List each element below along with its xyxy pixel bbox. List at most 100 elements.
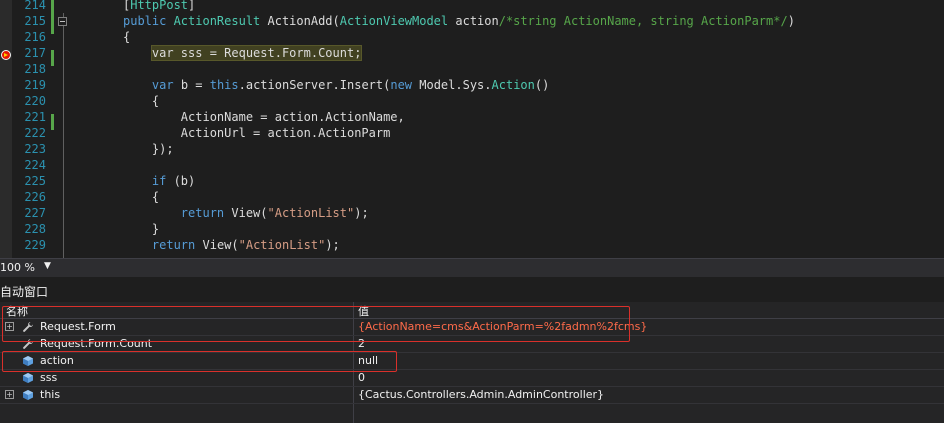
code-text[interactable]: public ActionResult ActionAdd(ActionView… [123,13,795,29]
line-number: 223 [24,142,46,156]
line-number: 221 [24,110,46,124]
code-token: b = [173,78,210,92]
code-text[interactable]: return View("ActionList"); [123,237,340,253]
code-editor[interactable]: 214 [HttpPost] 215 public ActionResult Acti… [0,0,944,258]
code-token: var [151,78,174,92]
code-token: HttpPost [130,0,189,12]
variable-value[interactable]: {Cactus.Controllers.Admin.AdminControlle… [358,388,604,401]
autos-row[interactable]: + this {Cactus.Controllers.Admin.AdminCont… [0,387,944,404]
code-token: ActionViewModel [339,14,449,28]
code-token: }); [123,142,174,156]
code-line[interactable]: 216 { [0,29,944,45]
code-text[interactable]: { [123,29,130,45]
code-line[interactable]: 219 var b = this.actionServer.Insert(new… [0,77,944,93]
line-number: 217 [24,46,46,60]
code-text[interactable]: ActionName = action.ActionName, [123,109,405,125]
autos-grid[interactable]: 名称 值 + Request.Form {ActionName=cms&Action… [0,302,944,423]
code-text[interactable]: if (b) [123,173,195,189]
code-text[interactable]: { [123,189,159,205]
line-number: 226 [24,190,46,204]
line-number: 229 [24,238,46,252]
variable-name: sss [40,371,58,384]
code-line[interactable]: 226 { [0,189,944,205]
code-token: var sss = Request.Form.Count; [150,45,363,61]
code-token: ); [354,206,369,220]
local-variable-icon [22,389,34,401]
code-line[interactable]: 228 } [0,221,944,237]
code-token: ); [325,238,340,252]
expand-icon[interactable]: + [5,390,14,399]
code-line[interactable]: 217 var sss = Request.Form.Count; [0,45,944,61]
code-token: /*string ActionName, string ActionParm*/ [498,14,788,28]
code-token: .actionServer.Insert( [238,78,391,92]
code-line[interactable]: 214 [HttpPost] [0,0,944,13]
code-token: } [123,222,160,236]
line-number: 218 [24,62,46,76]
code-text[interactable]: var sss = Request.Form.Count; [123,45,363,61]
zoom-level[interactable]: 100 % [0,261,35,274]
code-text[interactable]: var b = this.actionServer.Insert(new Mod… [123,77,549,93]
local-variable-icon [22,372,34,384]
code-line[interactable]: 229 return View("ActionList"); [0,237,944,253]
line-number: 225 [24,174,46,188]
code-token: return [180,206,225,220]
line-number: 222 [24,126,46,140]
code-token: if [151,174,167,188]
code-token: ActionResult [173,14,261,28]
code-token: View( [224,206,268,220]
code-line[interactable]: 227 return View("ActionList"); [0,205,944,221]
code-line[interactable]: 220 { [0,93,944,109]
line-number: 228 [24,222,46,236]
line-number: 220 [24,94,46,108]
code-text[interactable]: [HttpPost] [123,0,195,13]
code-token: ActionAdd( [260,14,340,28]
line-number: 224 [24,158,46,172]
code-token: { [123,190,160,204]
line-number: 214 [24,0,46,12]
code-token: (b) [166,174,196,188]
code-token: action [448,14,499,28]
autos-row[interactable]: sss 0 [0,370,944,387]
code-text[interactable]: { [123,93,159,109]
code-token: { [123,94,160,108]
code-token: public [123,14,174,28]
code-token: "ActionList" [267,206,355,220]
editor-status-bar: 100 % ▼ [0,258,944,277]
annotation-box-action [2,351,397,372]
code-text[interactable]: return View("ActionList"); [123,205,369,221]
annotation-box-request-form [2,306,630,342]
code-line[interactable]: 218 [0,61,944,77]
line-number: 219 [24,78,46,92]
line-number: 215 [24,14,46,28]
autos-title-label: 自动窗口 [0,285,49,299]
code-line[interactable]: 215 public ActionResult ActionAdd(ActionV… [0,13,944,29]
code-token: { [123,30,131,44]
variable-name: this [40,388,61,401]
code-token: new [390,78,413,92]
code-text[interactable]: ActionUrl = action.ActionParm [123,125,391,141]
code-token: return [151,238,196,252]
code-line[interactable]: 225 if (b) [0,173,944,189]
code-text[interactable]: } [123,221,159,237]
code-token: ActionName = action.ActionName, [123,110,405,124]
code-token: this [209,78,239,92]
code-line[interactable]: 224 [0,157,944,173]
code-text[interactable]: }); [123,141,174,157]
code-token: Model.Sys. [412,78,492,92]
code-token: Action [491,78,535,92]
code-token: View( [195,238,239,252]
code-line[interactable]: 222 ActionUrl = action.ActionParm [0,125,944,141]
line-number: 216 [24,30,46,44]
code-line[interactable]: 223 }); [0,141,944,157]
line-number: 227 [24,206,46,220]
variable-value[interactable]: 0 [358,371,365,384]
code-line[interactable]: 221 ActionName = action.ActionName, [0,109,944,125]
code-token: ActionUrl = action.ActionParm [123,126,391,140]
chevron-down-icon[interactable]: ▼ [44,261,51,271]
code-token: ] [188,0,196,12]
code-token: () [534,78,550,92]
